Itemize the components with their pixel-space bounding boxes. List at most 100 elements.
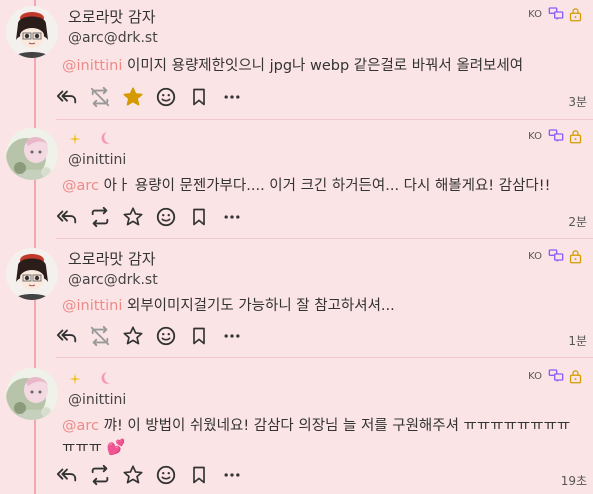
bookmark-icon bbox=[189, 207, 209, 227]
status-content: @inittini 외부이미지걸기도 가능하니 잘 참고하셔셔... bbox=[62, 296, 582, 317]
account-handle[interactable]: @arc@drk.st bbox=[68, 30, 158, 46]
action-bar bbox=[56, 86, 254, 108]
star-filled-icon bbox=[122, 86, 144, 108]
react-button[interactable] bbox=[155, 325, 177, 347]
timestamp[interactable]: 19초 bbox=[561, 472, 587, 489]
mention-link[interactable]: @inittini bbox=[62, 298, 122, 314]
timestamp[interactable]: 1분 bbox=[568, 332, 587, 349]
status-text: 꺄! 이 방법이 쉬웠네요! 감삼다 의장님 늘 저를 구원해주셔 ㅠㅠㅠㅠㅠㅠ… bbox=[62, 418, 571, 456]
reply-all-icon bbox=[56, 325, 78, 347]
avatar[interactable] bbox=[6, 248, 58, 300]
bookmark-button[interactable] bbox=[188, 325, 210, 347]
sparkle-emoji-icon bbox=[68, 132, 82, 146]
divider bbox=[56, 119, 593, 120]
bookmark-icon bbox=[189, 87, 209, 107]
language-badge: KO bbox=[528, 130, 542, 142]
more-button[interactable] bbox=[221, 206, 243, 228]
status-post[interactable]: 오로라맛 감자 @arc@drk.st KO @inittini 이미지 용량제… bbox=[0, 6, 593, 118]
status-meta: KO bbox=[528, 248, 583, 264]
boost-disabled-icon bbox=[89, 325, 111, 347]
more-icon bbox=[222, 465, 242, 485]
more-button[interactable] bbox=[221, 464, 243, 486]
reply-button[interactable] bbox=[56, 206, 78, 228]
avatar[interactable] bbox=[6, 368, 58, 420]
reply-all-icon bbox=[56, 86, 78, 108]
favourite-button[interactable] bbox=[122, 206, 144, 228]
reply-button[interactable] bbox=[56, 325, 78, 347]
boost-icon bbox=[89, 206, 111, 228]
language-badge: KO bbox=[528, 370, 542, 382]
reply-button[interactable] bbox=[56, 86, 78, 108]
mention-link[interactable]: @arc bbox=[62, 178, 99, 194]
status-content: @inittini 이미지 용량제한잇으니 jpg나 webp 같은걸로 바꿔서… bbox=[62, 56, 582, 77]
lock-icon bbox=[568, 369, 583, 384]
star-icon bbox=[122, 325, 144, 347]
more-button[interactable] bbox=[221, 325, 243, 347]
mention-link[interactable]: @arc bbox=[62, 418, 99, 434]
display-name[interactable]: 오로라맛 감자 bbox=[68, 6, 156, 27]
moon-emoji-icon bbox=[97, 130, 113, 146]
avatar[interactable] bbox=[6, 128, 58, 180]
smile-icon bbox=[155, 464, 177, 486]
status-text: 외부이미지걸기도 가능하니 잘 참고하셔셔... bbox=[122, 298, 395, 314]
avatar[interactable] bbox=[6, 6, 58, 58]
status-meta: KO bbox=[528, 128, 583, 144]
status-post[interactable]: 오로라맛 감자 @arc@drk.st KO @inittini 외부이미지걸기… bbox=[0, 248, 593, 360]
action-bar bbox=[56, 464, 254, 486]
account-handle[interactable]: @inittini bbox=[68, 152, 126, 168]
bookmark-button[interactable] bbox=[188, 206, 210, 228]
more-icon bbox=[222, 87, 242, 107]
favourite-button[interactable] bbox=[122, 86, 144, 108]
display-name[interactable] bbox=[68, 130, 113, 150]
more-button[interactable] bbox=[221, 86, 243, 108]
display-name[interactable] bbox=[68, 370, 113, 390]
favourite-button[interactable] bbox=[122, 464, 144, 486]
reply-thread-icon bbox=[548, 368, 564, 384]
sparkle-emoji-icon bbox=[68, 372, 82, 386]
display-name[interactable]: 오로라맛 감자 bbox=[68, 248, 156, 269]
bookmark-button[interactable] bbox=[188, 86, 210, 108]
react-button[interactable] bbox=[155, 86, 177, 108]
boost-button[interactable] bbox=[89, 325, 111, 347]
status-meta: KO bbox=[528, 6, 583, 22]
bookmark-icon bbox=[189, 326, 209, 346]
action-bar bbox=[56, 325, 254, 347]
reply-all-icon bbox=[56, 464, 78, 486]
boost-button[interactable] bbox=[89, 206, 111, 228]
reply-thread-icon bbox=[548, 128, 564, 144]
bookmark-button[interactable] bbox=[188, 464, 210, 486]
more-icon bbox=[222, 207, 242, 227]
boost-button[interactable] bbox=[89, 86, 111, 108]
account-handle[interactable]: @inittini bbox=[68, 392, 126, 408]
language-badge: KO bbox=[528, 250, 542, 262]
reply-button[interactable] bbox=[56, 464, 78, 486]
mention-link[interactable]: @inittini bbox=[62, 58, 122, 74]
react-button[interactable] bbox=[155, 206, 177, 228]
status-content: @arc 아ㅏ 용량이 문젠가부다.... 이거 크긴 하거든여... 다시 해… bbox=[62, 176, 582, 197]
divider bbox=[56, 357, 593, 358]
star-icon bbox=[122, 206, 144, 228]
heart-emoji-icon: 💕 bbox=[106, 438, 126, 456]
status-text: 아ㅏ 용량이 문젠가부다.... 이거 크긴 하거든여... 다시 해볼게요! … bbox=[99, 178, 551, 194]
boost-button[interactable] bbox=[89, 464, 111, 486]
status-text: 이미지 용량제한잇으니 jpg나 webp 같은걸로 바꿔서 올려보세여 bbox=[122, 58, 524, 74]
status-post[interactable]: @inittini KO @arc 꺄! 이 방법이 쉬웠네요! 감삼다 의장님… bbox=[0, 368, 593, 494]
status-content: @arc 꺄! 이 방법이 쉬웠네요! 감삼다 의장님 늘 저를 구원해주셔 ㅠ… bbox=[62, 416, 582, 459]
boost-disabled-icon bbox=[89, 86, 111, 108]
account-handle[interactable]: @arc@drk.st bbox=[68, 272, 158, 288]
smile-icon bbox=[155, 86, 177, 108]
timestamp[interactable]: 2분 bbox=[568, 213, 587, 230]
boost-icon bbox=[89, 464, 111, 486]
timestamp[interactable]: 3분 bbox=[568, 93, 587, 110]
smile-icon bbox=[155, 206, 177, 228]
star-icon bbox=[122, 464, 144, 486]
smile-icon bbox=[155, 325, 177, 347]
status-post[interactable]: @inittini KO @arc 아ㅏ 용량이 문젠가부다.... 이거 크긴… bbox=[0, 128, 593, 240]
lock-icon bbox=[568, 129, 583, 144]
divider bbox=[56, 238, 593, 239]
favourite-button[interactable] bbox=[122, 325, 144, 347]
reply-thread-icon bbox=[548, 6, 564, 22]
react-button[interactable] bbox=[155, 464, 177, 486]
status-meta: KO bbox=[528, 368, 583, 384]
reply-all-icon bbox=[56, 206, 78, 228]
